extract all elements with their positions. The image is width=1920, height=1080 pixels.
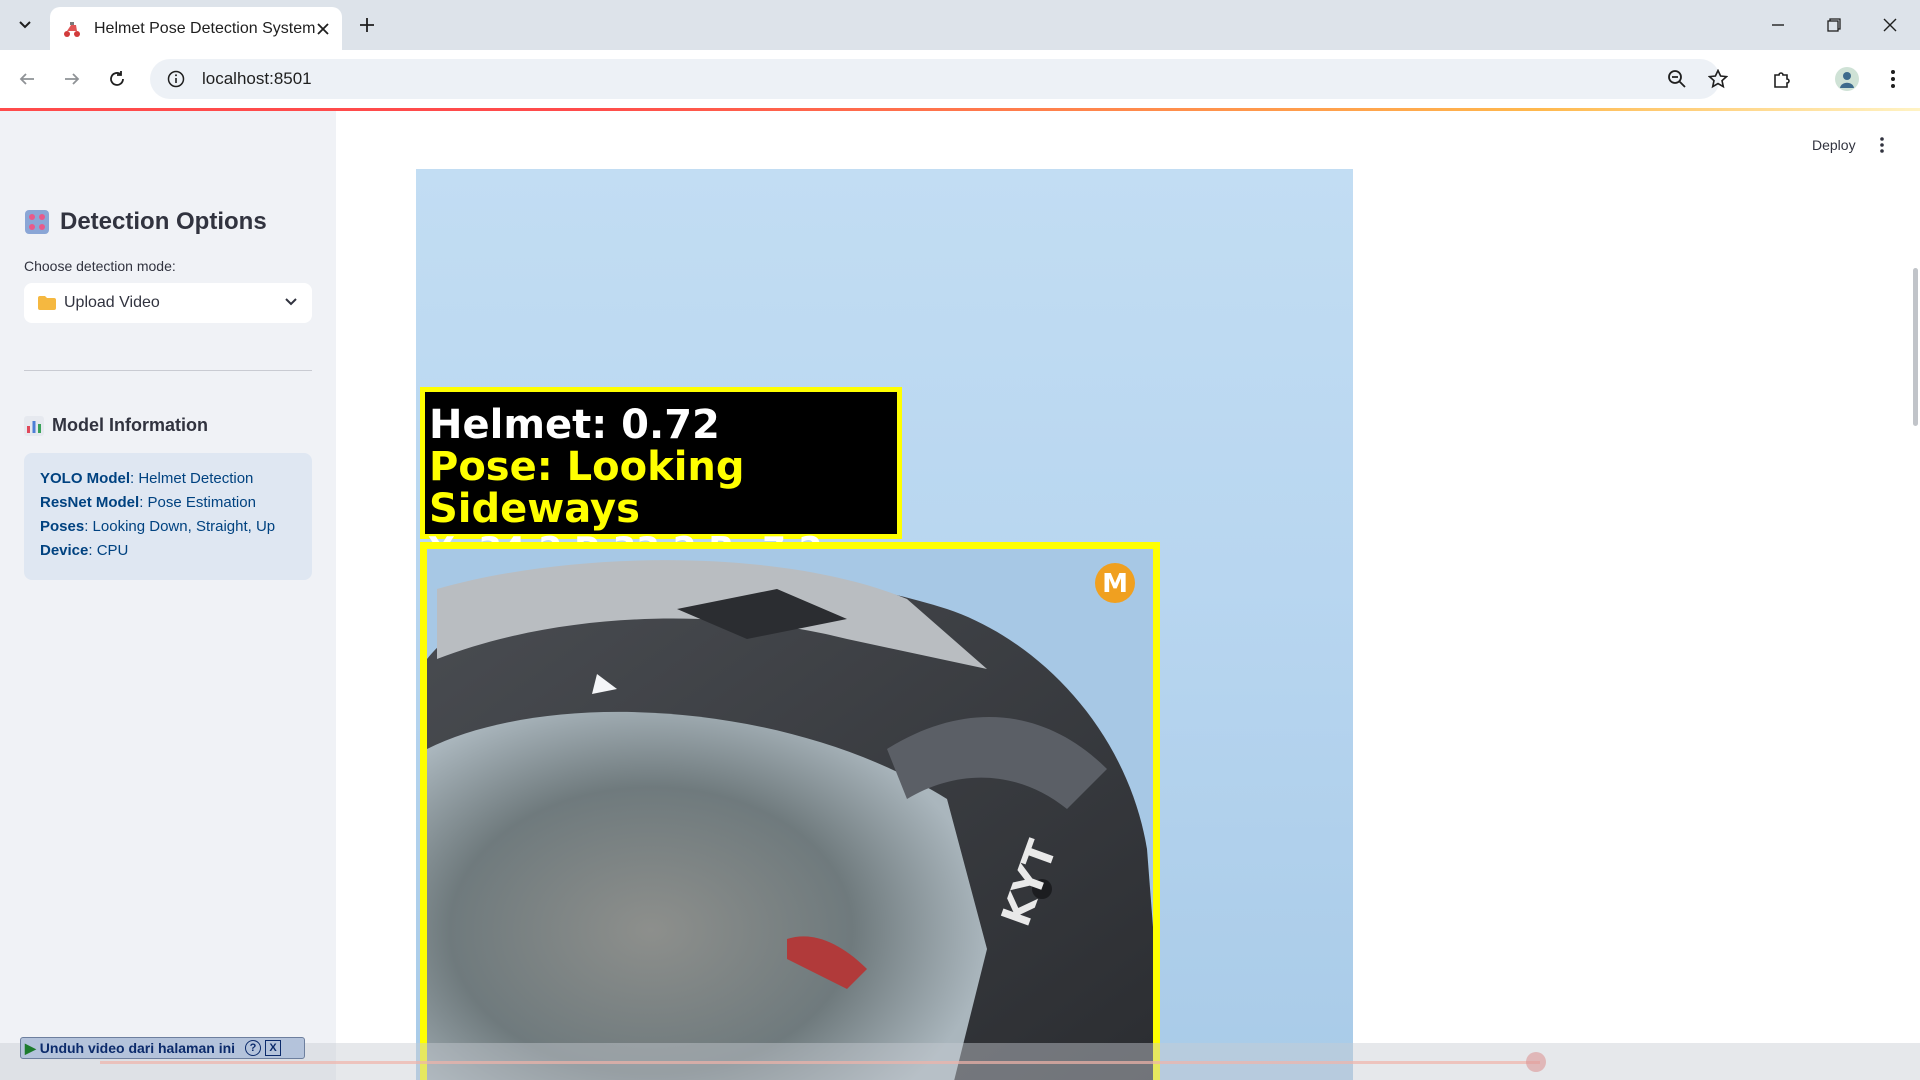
close-window-button[interactable] <box>1862 0 1918 50</box>
device-key: Device <box>40 542 89 559</box>
help-button[interactable]: ? <box>245 1040 262 1056</box>
play-icon: ▶ <box>25 1039 36 1056</box>
folder-icon <box>38 296 56 310</box>
new-tab-button[interactable] <box>352 10 382 40</box>
tab-title: Helmet Pose Detection System <box>94 19 316 37</box>
model-info-box: YOLO Model: Helmet Detection ResNet Mode… <box>24 453 312 580</box>
model-info-heading-text: Model Information <box>52 415 208 435</box>
extensions-puzzle-icon[interactable] <box>1767 64 1797 94</box>
sidebar <box>0 111 336 1080</box>
forward-button[interactable] <box>57 64 87 94</box>
close-download-bar-button[interactable]: X <box>265 1040 282 1056</box>
close-tab-icon[interactable] <box>315 18 330 40</box>
download-video-label[interactable]: Unduh video dari halaman ini <box>40 1040 235 1056</box>
tab-search-button[interactable] <box>10 10 40 40</box>
site-info-icon[interactable] <box>156 59 196 99</box>
restore-icon <box>1827 18 1841 32</box>
control-knobs-icon <box>24 209 50 235</box>
arrow-right-icon <box>65 73 80 85</box>
address-bar[interactable]: localhost:8501 <box>150 59 1720 99</box>
select-value: Upload Video <box>64 294 160 311</box>
restore-button[interactable] <box>1806 0 1862 50</box>
zoom-icon[interactable] <box>1662 64 1692 94</box>
yolo-key: YOLO Model <box>40 470 130 487</box>
helmet-bounding-box: KYT M <box>420 542 1160 1080</box>
mode-label: Choose detection mode: <box>24 258 176 274</box>
divider <box>24 370 312 371</box>
scooter-icon <box>62 19 82 39</box>
detection-mode-select[interactable]: Upload Video <box>24 283 312 323</box>
chevron-down-icon <box>284 294 298 313</box>
reload-button[interactable] <box>102 64 132 94</box>
minimize-button[interactable] <box>1750 0 1806 50</box>
helmet-confidence-text: Helmet: 0.72 <box>429 402 720 448</box>
poses-key: Poses <box>40 518 85 535</box>
reload-icon <box>110 71 124 86</box>
bar-chart-icon <box>24 415 44 436</box>
seek-bar[interactable] <box>100 1061 1540 1064</box>
chevron-down-icon <box>19 21 31 29</box>
deploy-button[interactable]: Deploy <box>1808 135 1860 155</box>
poses-value: Looking Down, Straight, Up <box>92 518 276 535</box>
arrow-left-icon <box>19 73 34 85</box>
channel-logo-text: M <box>1102 569 1128 599</box>
app-menu-icon[interactable] <box>1870 133 1894 157</box>
bookmark-star-icon[interactable] <box>1703 64 1733 94</box>
device-value: CPU <box>96 542 129 559</box>
download-video-bar[interactable]: ▶ Unduh video dari halaman ini ? X <box>20 1037 305 1059</box>
seek-knob[interactable] <box>1526 1052 1546 1072</box>
helmet-image: KYT <box>427 560 1153 1080</box>
sidebar-heading-text: Detection Options <box>60 208 267 235</box>
back-button[interactable] <box>12 64 42 94</box>
close-icon <box>1883 18 1897 32</box>
pose-text: Pose: Looking Sideways <box>429 444 745 532</box>
model-info-heading: Model Information <box>24 415 208 436</box>
resnet-value: Pose Estimation <box>147 494 256 511</box>
profile-avatar[interactable] <box>1832 64 1862 94</box>
yolo-value: Helmet Detection <box>138 470 254 487</box>
browser-tab-active[interactable]: Helmet Pose Detection System <box>50 7 342 50</box>
channel-logo: M <box>1095 563 1135 603</box>
page-scrollbar[interactable] <box>1913 268 1918 426</box>
browser-menu-icon[interactable] <box>1878 64 1908 94</box>
url-text: localhost:8501 <box>202 69 312 88</box>
sidebar-heading: Detection Options <box>24 208 267 236</box>
plus-icon <box>360 18 374 32</box>
video-player[interactable]: Helmet: 0.72 Pose: Looking Sideways Y:-3… <box>416 169 1353 1080</box>
detection-label-box: Helmet: 0.72 Pose: Looking Sideways Y:-3… <box>420 387 902 570</box>
resnet-key: ResNet Model <box>40 494 140 511</box>
minimize-icon <box>1772 24 1784 26</box>
